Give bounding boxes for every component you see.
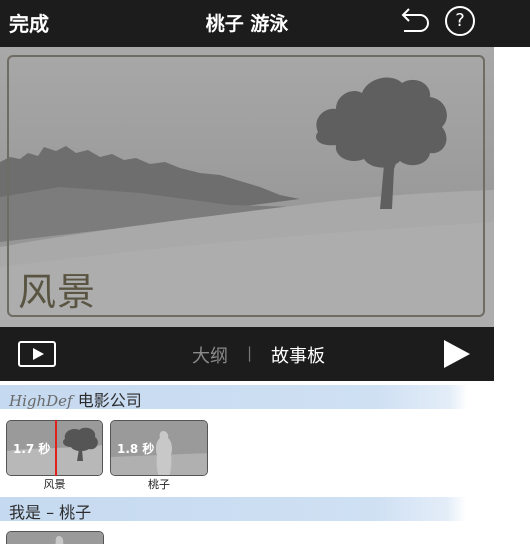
clip-label: 风景 [43,478,66,491]
clip-duration: 1.7 秒 [13,442,51,456]
section-header-studio[interactable]: HighDef 电影公司 [9,387,142,411]
tab-outline[interactable]: 大纲 [192,342,228,368]
undo-icon[interactable] [396,6,432,38]
playhead[interactable] [55,420,57,476]
section-header-intro[interactable]: 我是 – 桃子 [9,499,91,523]
studio-name: 电影公司 [77,391,142,410]
help-button[interactable]: ? [445,6,475,36]
play-icon[interactable] [444,340,470,368]
right-edge [494,47,530,329]
person-silhouette-thumbnail [7,532,103,544]
clip-duration: 1.8 秒 [117,442,155,456]
studio-logo-text: HighDef [9,392,73,410]
scene-title-text: 风景 [18,270,97,314]
clip-label: 桃子 [148,478,170,491]
tab-separator: | [247,344,253,362]
top-bar: 完成 桃子 游泳 ? [0,0,530,47]
play-preview-icon[interactable] [18,341,56,367]
tab-storyboard[interactable]: 故事板 [271,342,325,368]
preview-viewer[interactable]: 风景 [0,47,494,327]
clip-thumbnail-peach[interactable]: 1.8 秒 [110,420,208,476]
clip-thumbnail-partial[interactable] [6,531,104,544]
control-bar: 大纲 | 故事板 [0,327,494,381]
